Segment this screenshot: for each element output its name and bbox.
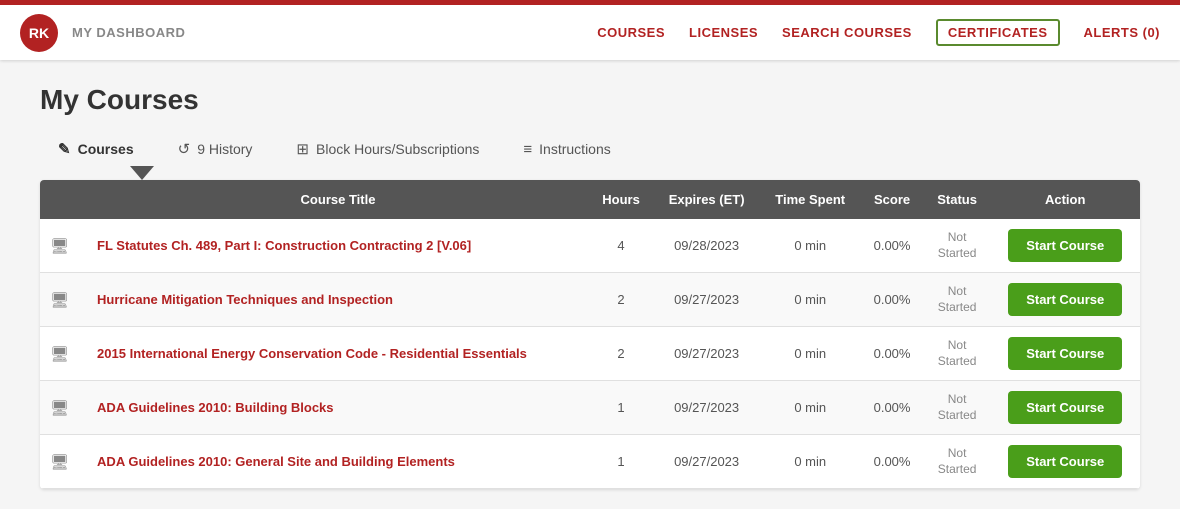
row-course-title: Hurricane Mitigation Techniques and Insp… xyxy=(87,273,589,327)
col-expires: Expires (ET) xyxy=(653,180,760,219)
col-hours: Hours xyxy=(589,180,653,219)
col-icon xyxy=(40,180,87,219)
col-course-title: Course Title xyxy=(87,180,589,219)
start-course-button[interactable]: Start Course xyxy=(1008,283,1122,316)
row-icon-cell: 🖥 xyxy=(40,273,87,327)
top-nav: COURSES LICENSES SEARCH COURSES CERTIFIC… xyxy=(597,19,1160,46)
row-time-spent: 0 min xyxy=(760,273,860,327)
row-score: 0.00% xyxy=(860,327,923,381)
row-score: 0.00% xyxy=(860,435,923,489)
table-header-row: Course Title Hours Expires (ET) Time Spe… xyxy=(40,180,1140,219)
courses-table: Course Title Hours Expires (ET) Time Spe… xyxy=(40,180,1140,489)
start-course-button[interactable]: Start Course xyxy=(1008,391,1122,424)
row-course-title: ADA Guidelines 2010: Building Blocks xyxy=(87,381,589,435)
tab-instructions[interactable]: ≡ Instructions xyxy=(505,133,628,166)
nav-alerts[interactable]: ALERTS (0) xyxy=(1084,25,1161,40)
tab-instructions-label: Instructions xyxy=(539,141,611,157)
row-score: 0.00% xyxy=(860,219,923,273)
course-laptop-icon: 🖥 xyxy=(50,292,69,309)
row-course-title: FL Statutes Ch. 489, Part I: Constructio… xyxy=(87,219,589,273)
table-row: 🖥 Hurricane Mitigation Techniques and In… xyxy=(40,273,1140,327)
row-score: 0.00% xyxy=(860,273,923,327)
row-score: 0.00% xyxy=(860,381,923,435)
col-action: Action xyxy=(990,180,1140,219)
row-icon-cell: 🖥 xyxy=(40,381,87,435)
tab-block-hours-label: Block Hours/Subscriptions xyxy=(316,141,479,157)
page-title: My Courses xyxy=(40,84,1140,116)
col-score: Score xyxy=(860,180,923,219)
row-status: NotStarted xyxy=(924,219,991,273)
tab-history[interactable]: ↺ 9 History xyxy=(160,132,271,166)
course-laptop-icon: 🖥 xyxy=(50,346,69,363)
row-icon-cell: 🖥 xyxy=(40,435,87,489)
courses-table-wrapper: Course Title Hours Expires (ET) Time Spe… xyxy=(40,180,1140,489)
row-expires: 09/27/2023 xyxy=(653,435,760,489)
row-icon-cell: 🖥 xyxy=(40,219,87,273)
row-course-title: ADA Guidelines 2010: General Site and Bu… xyxy=(87,435,589,489)
nav-licenses[interactable]: LICENSES xyxy=(689,25,758,40)
header: RK MY DASHBOARD COURSES LICENSES SEARCH … xyxy=(0,0,1180,60)
course-laptop-icon: 🖥 xyxy=(50,400,69,417)
history-tab-icon: ↺ xyxy=(178,140,191,158)
row-hours: 2 xyxy=(589,327,653,381)
tab-active-arrow xyxy=(130,166,154,180)
col-status: Status xyxy=(924,180,991,219)
row-hours: 2 xyxy=(589,273,653,327)
nav-search-courses[interactable]: SEARCH COURSES xyxy=(782,25,912,40)
tab-courses[interactable]: ✎ Courses xyxy=(40,132,152,166)
tab-block-hours[interactable]: ⊞ Block Hours/Subscriptions xyxy=(278,132,497,166)
row-expires: 09/27/2023 xyxy=(653,381,760,435)
course-laptop-icon: 🖥 xyxy=(50,238,69,255)
col-time-spent: Time Spent xyxy=(760,180,860,219)
row-action-cell: Start Course xyxy=(990,219,1140,273)
tab-courses-label: Courses xyxy=(78,141,134,157)
row-expires: 09/28/2023 xyxy=(653,219,760,273)
block-hours-tab-icon: ⊞ xyxy=(296,140,309,158)
table-row: 🖥 2015 International Energy Conservation… xyxy=(40,327,1140,381)
nav-courses[interactable]: COURSES xyxy=(597,25,665,40)
row-expires: 09/27/2023 xyxy=(653,327,760,381)
course-laptop-icon: 🖥 xyxy=(50,454,69,471)
table-row: 🖥 FL Statutes Ch. 489, Part I: Construct… xyxy=(40,219,1140,273)
main-content: My Courses ✎ Courses ↺ 9 History ⊞ Block… xyxy=(0,60,1180,509)
row-time-spent: 0 min xyxy=(760,327,860,381)
row-time-spent: 0 min xyxy=(760,435,860,489)
start-course-button[interactable]: Start Course xyxy=(1008,229,1122,262)
courses-tab-icon: ✎ xyxy=(58,140,71,158)
dashboard-label: MY DASHBOARD xyxy=(72,25,185,40)
row-action-cell: Start Course xyxy=(990,273,1140,327)
row-status: NotStarted xyxy=(924,381,991,435)
table-row: 🖥 ADA Guidelines 2010: General Site and … xyxy=(40,435,1140,489)
row-hours: 1 xyxy=(589,435,653,489)
row-icon-cell: 🖥 xyxy=(40,327,87,381)
row-status: NotStarted xyxy=(924,327,991,381)
row-status: NotStarted xyxy=(924,273,991,327)
row-course-title: 2015 International Energy Conservation C… xyxy=(87,327,589,381)
tab-history-label: 9 History xyxy=(197,141,252,157)
start-course-button[interactable]: Start Course xyxy=(1008,337,1122,370)
row-time-spent: 0 min xyxy=(760,219,860,273)
row-expires: 09/27/2023 xyxy=(653,273,760,327)
instructions-tab-icon: ≡ xyxy=(523,141,532,158)
row-hours: 1 xyxy=(589,381,653,435)
table-row: 🖥 ADA Guidelines 2010: Building Blocks 1… xyxy=(40,381,1140,435)
row-action-cell: Start Course xyxy=(990,327,1140,381)
start-course-button[interactable]: Start Course xyxy=(1008,445,1122,478)
row-hours: 4 xyxy=(589,219,653,273)
top-bar-left: RK MY DASHBOARD xyxy=(20,14,185,52)
avatar: RK xyxy=(20,14,58,52)
row-status: NotStarted xyxy=(924,435,991,489)
row-action-cell: Start Course xyxy=(990,435,1140,489)
row-time-spent: 0 min xyxy=(760,381,860,435)
row-action-cell: Start Course xyxy=(990,381,1140,435)
nav-certificates[interactable]: CERTIFICATES xyxy=(936,19,1060,46)
tabs-bar: ✎ Courses ↺ 9 History ⊞ Block Hours/Subs… xyxy=(40,132,1140,166)
